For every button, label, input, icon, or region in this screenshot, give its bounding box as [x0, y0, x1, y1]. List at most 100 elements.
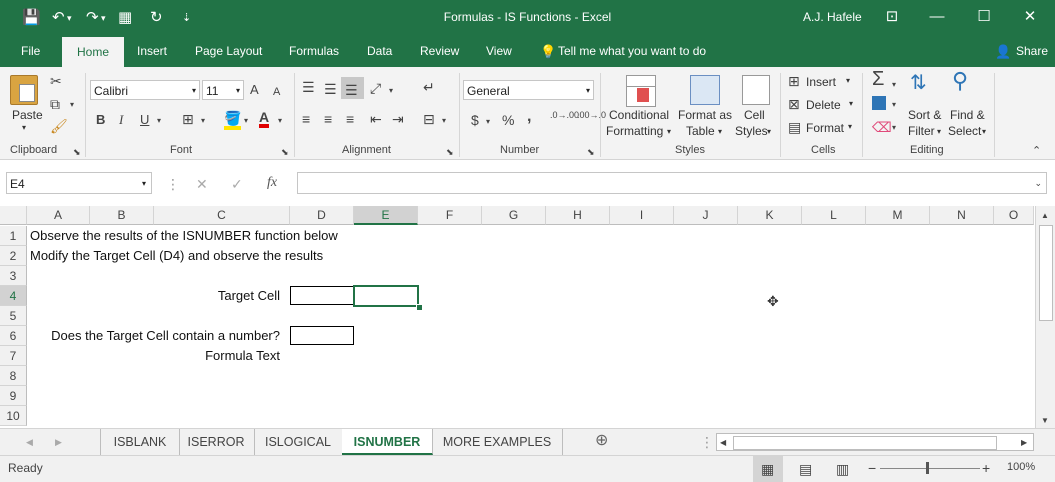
column-header-i[interactable]: I [610, 206, 674, 225]
increase-indent-icon[interactable]: ⇥ [392, 111, 404, 127]
page-break-view-icon[interactable]: ▥ [836, 461, 849, 477]
shrink-font-icon[interactable]: A [273, 84, 280, 100]
row-header-3[interactable]: 3 [0, 266, 27, 286]
column-header-g[interactable]: G [482, 206, 546, 225]
align-left-icon[interactable]: ≡ [302, 111, 310, 127]
zoom-slider-thumb[interactable] [926, 462, 929, 474]
sheet-tab-iserror[interactable]: ISERROR [178, 429, 255, 455]
vertical-scrollbar[interactable]: ▲ ▼ [1035, 206, 1055, 428]
fill-dropdown-icon[interactable]: ▾ [892, 97, 896, 113]
new-sheet-icon[interactable]: ⊕ [595, 433, 608, 449]
row-header-4[interactable]: 4 [0, 286, 27, 306]
clear-icon[interactable]: ⌫ [872, 119, 892, 135]
row-header-9[interactable]: 9 [0, 386, 27, 406]
column-header-h[interactable]: H [546, 206, 610, 225]
align-right-icon[interactable]: ≡ [346, 111, 354, 127]
currency-dropdown-icon[interactable]: ▾ [486, 114, 490, 130]
zoom-slider-track[interactable] [880, 468, 980, 469]
restore-button[interactable]: ☐ [969, 6, 999, 28]
insert-function-button[interactable]: fx [267, 175, 277, 191]
column-header-d[interactable]: D [290, 206, 354, 225]
copy-icon[interactable]: ⧉ [50, 96, 60, 112]
paste-icon[interactable] [10, 75, 38, 105]
dialog-launcher-icon[interactable]: ⬊ [446, 144, 454, 160]
zoom-out-icon[interactable]: − [868, 460, 876, 476]
tab-insert[interactable]: Insert [135, 36, 169, 67]
column-header-a[interactable]: A [27, 206, 90, 225]
tell-me-search[interactable]: Tell me what you want to do [556, 36, 708, 67]
user-name[interactable]: A.J. Hafele [803, 10, 862, 24]
format-cells-button[interactable]: Format [806, 121, 844, 135]
tab-view[interactable]: View [484, 36, 514, 67]
italic-button[interactable]: I [119, 112, 123, 128]
formula-input[interactable]: ⌄ [297, 172, 1047, 194]
enter-icon[interactable]: ✓ [231, 176, 243, 192]
page-layout-view-icon[interactable]: ▤ [799, 461, 812, 477]
fill-color-dropdown-icon[interactable]: ▾ [244, 113, 248, 129]
percent-button[interactable]: % [502, 112, 514, 128]
zoom-level[interactable]: 100% [1007, 461, 1035, 473]
sheet-tab-islogical[interactable]: ISLOGICAL [254, 429, 343, 455]
select-all-corner[interactable] [0, 206, 27, 225]
font-color-icon[interactable]: A [259, 110, 270, 128]
column-header-n[interactable]: N [930, 206, 994, 225]
comma-style-button[interactable]: , [527, 109, 531, 125]
top-align-icon[interactable]: ☰ [302, 79, 315, 95]
borders-icon[interactable]: ⊞ [182, 111, 194, 127]
bold-button[interactable]: B [96, 112, 105, 128]
clear-dropdown-icon[interactable]: ▾ [892, 120, 896, 136]
zoom-in-icon[interactable]: + [982, 460, 990, 476]
font-size-dropdown[interactable]: 11 ▾ [202, 80, 244, 100]
tab-scroll-left-icon[interactable]: ◀ [26, 434, 33, 450]
dialog-launcher-icon[interactable]: ⬊ [587, 144, 595, 160]
find-select-button[interactable]: Find & [950, 108, 985, 122]
scroll-up-icon[interactable]: ▲ [1041, 208, 1049, 224]
tab-home[interactable]: Home [62, 37, 124, 67]
delete-cells-button[interactable]: Delete [806, 98, 841, 112]
vertical-scroll-thumb[interactable] [1039, 225, 1053, 321]
copy-dropdown-icon[interactable]: ▾ [70, 97, 74, 113]
cell-d6-result[interactable] [290, 326, 354, 345]
scroll-left-icon[interactable]: ◀ [720, 435, 726, 451]
insert-cells-button[interactable]: Insert [806, 75, 836, 89]
grow-font-icon[interactable]: A [250, 82, 259, 98]
paste-button[interactable]: Paste [12, 108, 43, 122]
row-header-8[interactable]: 8 [0, 366, 27, 386]
sort-filter-button[interactable]: Sort & [908, 108, 941, 122]
tab-file[interactable]: File [19, 36, 42, 67]
row-header-7[interactable]: 7 [0, 346, 27, 366]
active-cell-e4[interactable] [353, 285, 419, 307]
column-header-l[interactable]: L [802, 206, 866, 225]
increase-decimal-button[interactable]: .0→.00 [550, 111, 579, 120]
cell-a1[interactable]: Observe the results of the ISNUMBER func… [30, 226, 338, 246]
scroll-right-icon[interactable]: ▶ [1021, 435, 1027, 451]
dialog-launcher-icon[interactable]: ⬊ [281, 144, 289, 160]
fill-color-icon[interactable]: 🪣 [224, 110, 242, 130]
column-header-o[interactable]: O [994, 206, 1034, 225]
more-options-icon[interactable]: ⋮ [166, 176, 180, 192]
sheet-tab-more-examples[interactable]: MORE EXAMPLES [432, 429, 563, 455]
format-as-table-button[interactable]: Format as [678, 108, 732, 122]
autosum-icon[interactable]: Σ [872, 69, 884, 89]
horizontal-scrollbar[interactable]: ◀ ▶ [716, 433, 1034, 451]
cut-icon[interactable]: ✂ [50, 73, 62, 89]
dialog-launcher-icon[interactable]: ⬊ [73, 144, 81, 160]
horizontal-scroll-thumb[interactable] [733, 436, 997, 450]
sheet-tab-isblank[interactable]: ISBLANK [100, 429, 180, 455]
currency-button[interactable]: $ [471, 112, 479, 128]
tab-formulas[interactable]: Formulas [287, 36, 341, 67]
column-header-f[interactable]: F [418, 206, 482, 225]
normal-view-button[interactable]: ▦ [753, 456, 783, 482]
row-header-5[interactable]: 5 [0, 306, 27, 326]
column-header-b[interactable]: B [90, 206, 154, 225]
cell-c4[interactable]: Target Cell [154, 286, 280, 306]
autosum-dropdown-icon[interactable]: ▾ [892, 77, 896, 93]
cell-c7[interactable]: Formula Text [154, 346, 280, 366]
column-header-j[interactable]: J [674, 206, 738, 225]
minimize-button[interactable]: — [922, 6, 952, 28]
orientation-icon[interactable]: ⤢ [370, 80, 381, 96]
borders-dropdown-icon[interactable]: ▾ [201, 113, 205, 129]
orientation-dropdown-icon[interactable]: ▾ [389, 83, 393, 99]
more-options-icon[interactable]: ⋮ [700, 434, 714, 450]
ribbon-display-options-icon[interactable]: ⊡ [877, 6, 907, 28]
